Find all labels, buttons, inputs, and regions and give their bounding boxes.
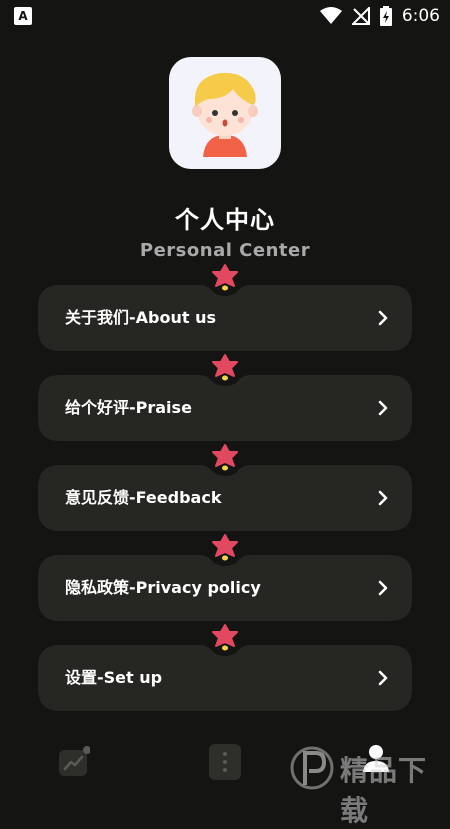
menu-item-label: 给个好评-Praise <box>65 398 192 417</box>
menu-dots-icon <box>209 744 241 780</box>
chevron-right-icon <box>378 670 388 686</box>
chart-icon <box>59 746 91 776</box>
chevron-right-icon <box>378 580 388 596</box>
menu-item-label: 意见反馈-Feedback <box>65 488 222 507</box>
page-title: 个人中心 <box>175 206 275 234</box>
watermark-logo: 精品下载 <box>290 735 450 827</box>
chevron-right-icon <box>378 400 388 416</box>
status-icons: 6:06 <box>319 4 440 28</box>
flower-icon <box>212 624 238 651</box>
nav-item-chart[interactable] <box>58 746 91 782</box>
flower-icon <box>212 354 238 381</box>
clock-time: 6:06 <box>401 6 440 26</box>
menu-item-label: 隐私政策-Privacy policy <box>65 578 261 597</box>
menu-item-settings[interactable]: 设置-Set up <box>38 624 412 711</box>
chevron-right-icon <box>378 490 388 506</box>
battery-charging-icon <box>379 6 392 26</box>
menu-item-feedback[interactable]: 意见反馈-Feedback <box>38 444 412 531</box>
menu-item-about-us[interactable]: 关于我们-About us <box>38 264 412 351</box>
menu-item-praise[interactable]: 给个好评-Praise <box>38 354 412 441</box>
app-notification-icon: A <box>14 7 32 25</box>
menu-item-privacy-policy[interactable]: 隐私政策-Privacy policy <box>38 534 412 621</box>
menu-item-label: 关于我们-About us <box>65 308 216 327</box>
chevron-right-icon <box>378 310 388 326</box>
watermark-text: 精品下载 <box>340 754 428 827</box>
status-bar: A 6:06 <box>0 0 450 32</box>
no-signal-icon <box>351 7 370 25</box>
menu-item-label: 设置-Set up <box>65 668 163 687</box>
page-subtitle: Personal Center <box>139 240 311 261</box>
avatar[interactable] <box>169 57 281 169</box>
wifi-icon <box>319 7 342 24</box>
avatar-illustration <box>192 72 258 157</box>
nav-item-menu[interactable] <box>208 744 242 784</box>
